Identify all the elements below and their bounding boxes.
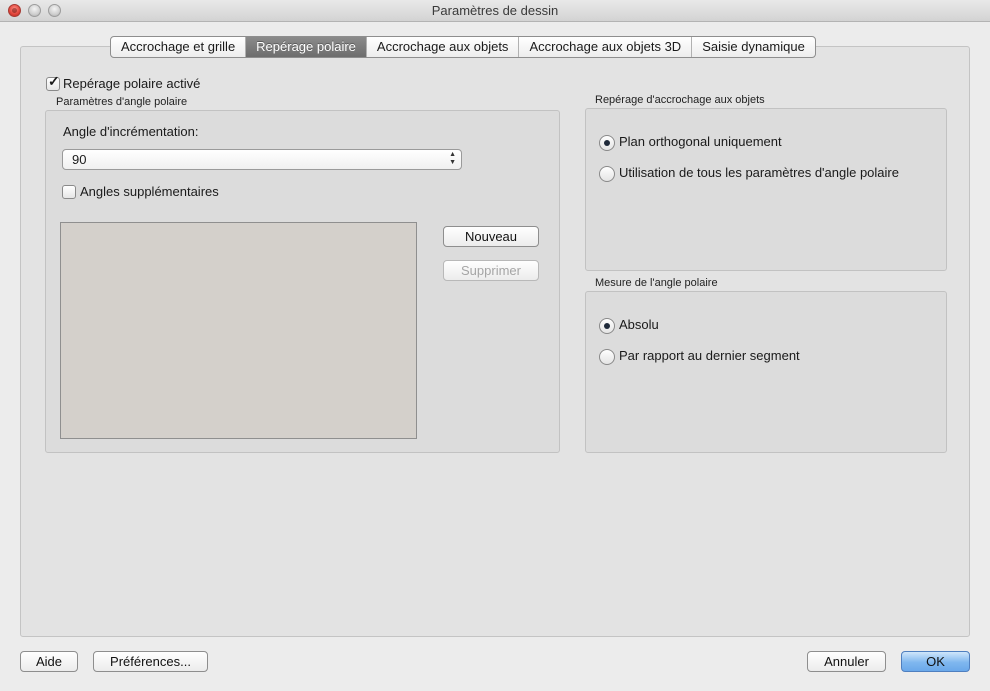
polar-tracking-enabled-label: Repérage polaire activé (63, 76, 201, 91)
title-bar: Paramètres de dessin (0, 0, 990, 22)
increment-angle-select[interactable]: 90 ▲ ▼ (62, 149, 462, 170)
cancel-button[interactable]: Annuler (807, 651, 886, 672)
select-arrows-icon: ▲ ▼ (449, 151, 456, 166)
help-button[interactable]: Aide (20, 651, 78, 672)
delete-angle-button[interactable]: Supprimer (443, 260, 539, 281)
tab-dynamic-input[interactable]: Saisie dynamique (692, 37, 815, 57)
drawing-settings-dialog: Paramètres de dessin Accrochage et grill… (0, 0, 990, 691)
all-polar-angles-radio[interactable] (599, 166, 615, 182)
relative-last-segment-radio[interactable] (599, 349, 615, 365)
orthogonal-only-radio[interactable] (599, 135, 615, 151)
tab-polar-tracking[interactable]: Repérage polaire (246, 37, 367, 57)
absolute-label: Absolu (619, 317, 659, 332)
all-polar-angles-label: Utilisation de tous les paramètres d'ang… (619, 165, 899, 180)
increment-angle-value: 90 (72, 152, 87, 167)
preferences-button[interactable]: Préférences... (93, 651, 208, 672)
orthogonal-only-label: Plan orthogonal uniquement (619, 134, 782, 149)
window-title: Paramètres de dessin (431, 3, 559, 18)
object-snap-tracking-group (585, 108, 947, 271)
relative-last-segment-label: Par rapport au dernier segment (619, 348, 800, 363)
tab-3d-object-snap[interactable]: Accrochage aux objets 3D (519, 37, 693, 57)
tab-snap-and-grid[interactable]: Accrochage et grille (111, 37, 247, 57)
tab-object-snap[interactable]: Accrochage aux objets (367, 37, 520, 57)
object-snap-tracking-title: Repérage d'accrochage aux objets (595, 94, 765, 106)
absolute-radio[interactable] (599, 318, 615, 334)
additional-angles-list[interactable] (60, 222, 417, 439)
angle-measurement-group (585, 291, 947, 453)
tab-bar: Accrochage et grille Repérage polaire Ac… (110, 36, 816, 58)
ok-button[interactable]: OK (901, 651, 970, 672)
polar-tracking-enabled-checkbox[interactable]: ✓ (46, 73, 60, 91)
checkmark-icon: ✓ (48, 73, 60, 89)
angle-measurement-title: Mesure de l'angle polaire (595, 277, 718, 289)
additional-angles-label: Angles supplémentaires (80, 184, 219, 199)
polar-angle-settings-title: Paramètres d'angle polaire (56, 96, 188, 108)
increment-angle-label: Angle d'incrémentation: (63, 124, 199, 139)
new-angle-button[interactable]: Nouveau (443, 226, 539, 247)
additional-angles-checkbox[interactable] (62, 185, 76, 199)
